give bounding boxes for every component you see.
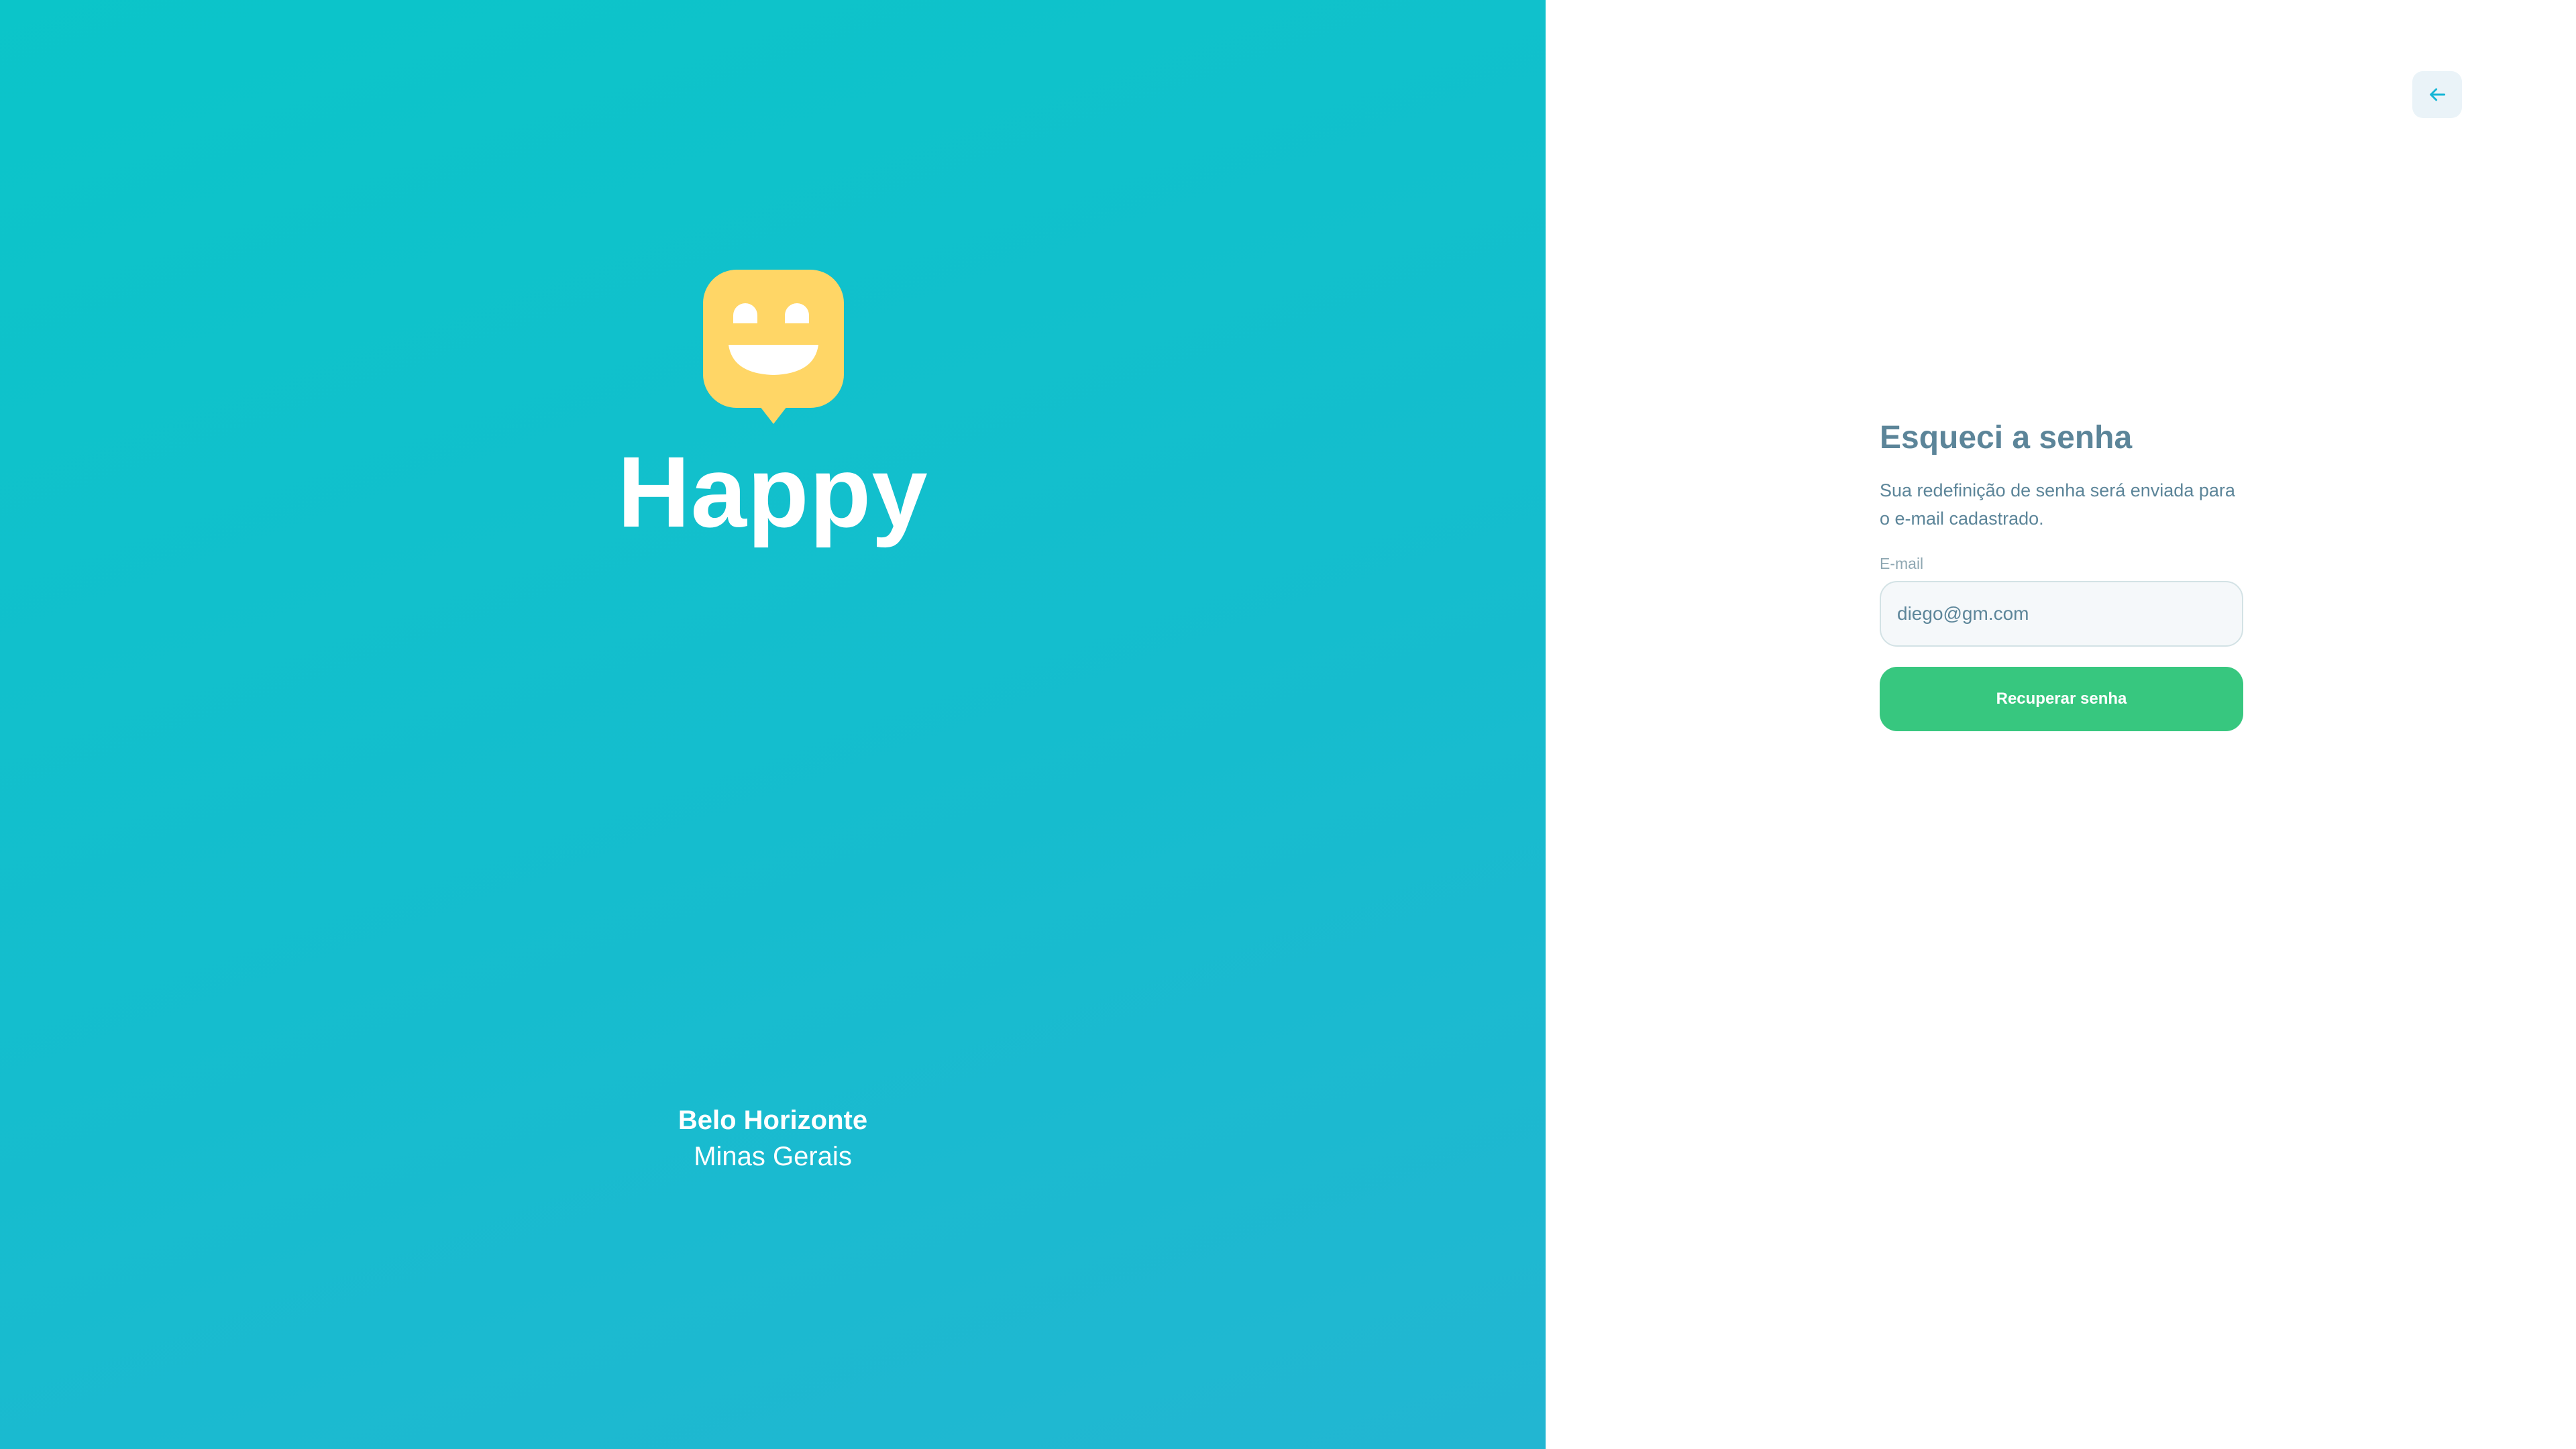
forgot-password-form: Esqueci a senha Sua redefinição de senha… bbox=[1880, 416, 2243, 731]
brand-panel: Happy Belo Horizonte Minas Gerais bbox=[0, 0, 1546, 1449]
form-description: Sua redefinição de senha será enviada pa… bbox=[1880, 480, 2235, 529]
location-city: Belo Horizonte bbox=[678, 1106, 868, 1135]
app-root: Happy Belo Horizonte Minas Gerais Esquec… bbox=[0, 0, 2576, 1449]
location-state: Minas Gerais bbox=[694, 1142, 852, 1171]
back-button[interactable] bbox=[2412, 71, 2462, 118]
form-title: Esqueci a senha bbox=[1880, 420, 2133, 455]
location: Belo Horizonte Minas Gerais bbox=[0, 1102, 1546, 1175]
smiley-chat-bubble-icon bbox=[703, 270, 844, 424]
form-panel: Esqueci a senha Sua redefinição de senha… bbox=[1546, 0, 2576, 1449]
recover-password-button[interactable]: Recuperar senha bbox=[1880, 667, 2243, 731]
arrow-left-icon bbox=[2430, 88, 2446, 101]
email-label: E-mail bbox=[1880, 555, 1924, 572]
email-input[interactable] bbox=[1880, 581, 2243, 647]
brand-name: Happy bbox=[617, 435, 928, 548]
